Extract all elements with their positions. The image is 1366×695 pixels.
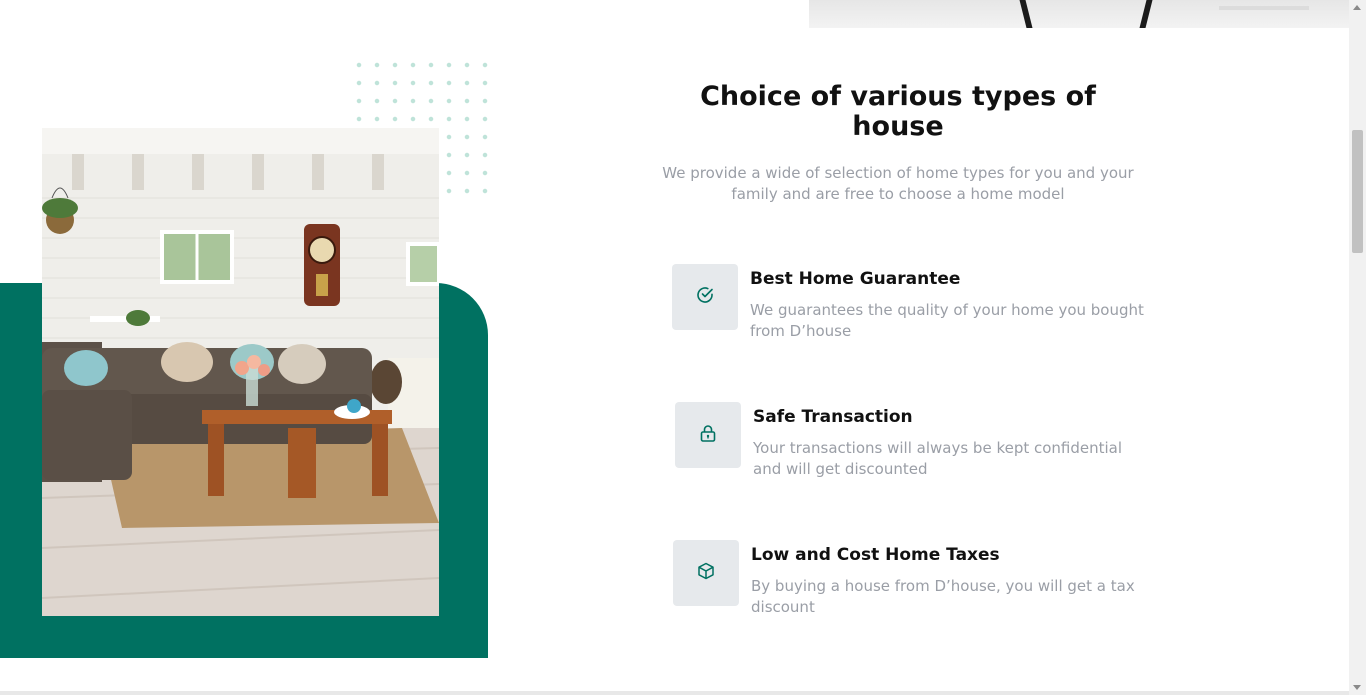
feature-description: By buying a house from D’house, you will… bbox=[751, 577, 1135, 616]
section-description: We provide a wide of selection of home t… bbox=[662, 164, 1134, 203]
stair-rail-left bbox=[1019, 0, 1033, 28]
scrollbar-thumb[interactable] bbox=[1352, 130, 1363, 253]
scroll-up-arrow-icon[interactable] bbox=[1353, 5, 1361, 10]
lock-icon bbox=[698, 423, 718, 447]
living-room-photo bbox=[42, 128, 439, 616]
feature-description: Your transactions will always be kept co… bbox=[753, 439, 1123, 478]
scroll-down-arrow-icon[interactable] bbox=[1353, 685, 1361, 690]
check-circle-icon bbox=[695, 285, 715, 309]
feature-title: Safe Transaction bbox=[753, 407, 913, 427]
stair-rail-right bbox=[1139, 0, 1153, 28]
feature-icon-box bbox=[675, 402, 741, 468]
feature-title: Best Home Guarantee bbox=[750, 269, 961, 289]
shelf bbox=[1219, 6, 1309, 10]
vertical-scrollbar[interactable] bbox=[1349, 0, 1366, 695]
section-title: Choice of various types of house bbox=[700, 81, 1096, 142]
feature-icon-box bbox=[672, 264, 738, 330]
top-hero-image bbox=[809, 0, 1349, 28]
horizontal-scrollbar[interactable] bbox=[0, 691, 1349, 695]
feature-description: We guarantees the quality of your home y… bbox=[750, 301, 1144, 340]
cube-icon bbox=[696, 561, 716, 585]
feature-title: Low and Cost Home Taxes bbox=[751, 545, 1000, 565]
feature-icon-box bbox=[673, 540, 739, 606]
